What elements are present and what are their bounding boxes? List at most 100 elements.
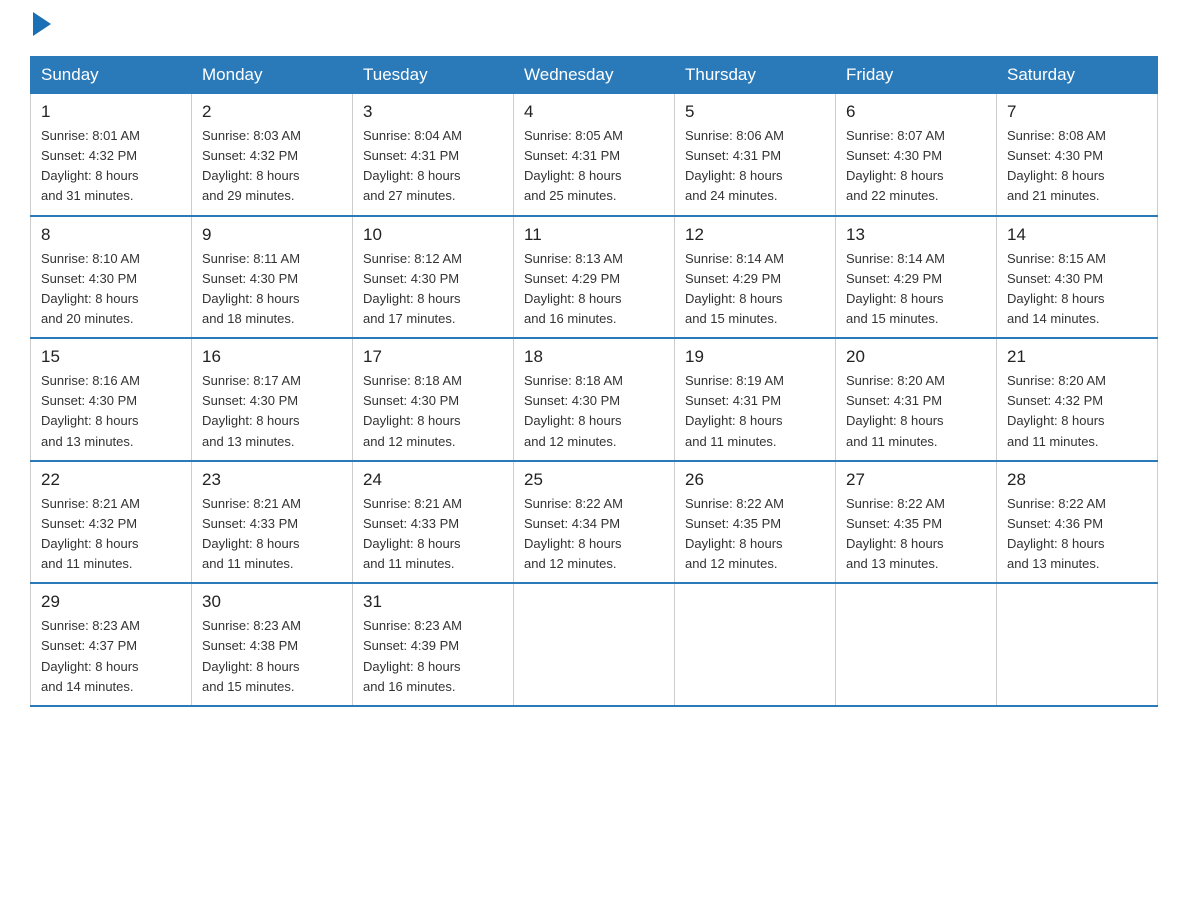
calendar-header: SundayMondayTuesdayWednesdayThursdayFrid… [31, 57, 1158, 94]
calendar-cell: 1 Sunrise: 8:01 AMSunset: 4:32 PMDaylight… [31, 94, 192, 216]
day-info: Sunrise: 8:21 AMSunset: 4:33 PMDaylight:… [202, 494, 342, 575]
day-info: Sunrise: 8:07 AMSunset: 4:30 PMDaylight:… [846, 126, 986, 207]
day-info: Sunrise: 8:05 AMSunset: 4:31 PMDaylight:… [524, 126, 664, 207]
header-day-friday: Friday [836, 57, 997, 94]
day-info: Sunrise: 8:10 AMSunset: 4:30 PMDaylight:… [41, 249, 181, 330]
day-info: Sunrise: 8:23 AMSunset: 4:37 PMDaylight:… [41, 616, 181, 697]
day-info: Sunrise: 8:21 AMSunset: 4:32 PMDaylight:… [41, 494, 181, 575]
page-header [30, 20, 1158, 36]
day-number: 13 [846, 225, 986, 245]
calendar-cell: 4Sunrise: 8:05 AMSunset: 4:31 PMDaylight… [514, 94, 675, 216]
day-info: Sunrise: 8:23 AMSunset: 4:38 PMDaylight:… [202, 616, 342, 697]
day-number: 30 [202, 592, 342, 612]
calendar-cell [997, 583, 1158, 706]
calendar-cell: 20 Sunrise: 8:20 AMSunset: 4:31 PMDayligh… [836, 338, 997, 461]
header-day-saturday: Saturday [997, 57, 1158, 94]
day-info: Sunrise: 8:22 AMSunset: 4:35 PMDaylight:… [685, 494, 825, 575]
calendar-cell: 27 Sunrise: 8:22 AMSunset: 4:35 PMDayligh… [836, 461, 997, 584]
calendar-cell [836, 583, 997, 706]
calendar-cell: 24 Sunrise: 8:21 AMSunset: 4:33 PMDayligh… [353, 461, 514, 584]
header-day-monday: Monday [192, 57, 353, 94]
day-info: Sunrise: 8:18 AMSunset: 4:30 PMDaylight:… [524, 371, 664, 452]
calendar-cell: 21 Sunrise: 8:20 AMSunset: 4:32 PMDayligh… [997, 338, 1158, 461]
day-info: Sunrise: 8:15 AMSunset: 4:30 PMDaylight:… [1007, 249, 1147, 330]
day-info: Sunrise: 8:22 AMSunset: 4:34 PMDaylight:… [524, 494, 664, 575]
day-number: 31 [363, 592, 503, 612]
day-number: 19 [685, 347, 825, 367]
calendar-cell: 2 Sunrise: 8:03 AMSunset: 4:32 PMDaylight… [192, 94, 353, 216]
day-number: 14 [1007, 225, 1147, 245]
day-info: Sunrise: 8:23 AMSunset: 4:39 PMDaylight:… [363, 616, 503, 697]
day-number: 29 [41, 592, 181, 612]
day-info: Sunrise: 8:13 AMSunset: 4:29 PMDaylight:… [524, 249, 664, 330]
calendar-cell [675, 583, 836, 706]
calendar-cell: 18 Sunrise: 8:18 AMSunset: 4:30 PMDayligh… [514, 338, 675, 461]
calendar-cell: 6 Sunrise: 8:07 AMSunset: 4:30 PMDaylight… [836, 94, 997, 216]
header-row: SundayMondayTuesdayWednesdayThursdayFrid… [31, 57, 1158, 94]
day-number: 15 [41, 347, 181, 367]
day-number: 9 [202, 225, 342, 245]
calendar-cell [514, 583, 675, 706]
calendar-cell: 31 Sunrise: 8:23 AMSunset: 4:39 PMDayligh… [353, 583, 514, 706]
day-info: Sunrise: 8:20 AMSunset: 4:31 PMDaylight:… [846, 371, 986, 452]
day-info: Sunrise: 8:12 AMSunset: 4:30 PMDaylight:… [363, 249, 503, 330]
day-info: Sunrise: 8:03 AMSunset: 4:32 PMDaylight:… [202, 126, 342, 207]
day-info: Sunrise: 8:14 AMSunset: 4:29 PMDaylight:… [846, 249, 986, 330]
calendar-cell: 12 Sunrise: 8:14 AMSunset: 4:29 PMDayligh… [675, 216, 836, 339]
day-number: 22 [41, 470, 181, 490]
day-number: 26 [685, 470, 825, 490]
logo-triangle-icon [33, 12, 51, 36]
calendar-body: 1 Sunrise: 8:01 AMSunset: 4:32 PMDaylight… [31, 94, 1158, 706]
day-number: 25 [524, 470, 664, 490]
day-number: 10 [363, 225, 503, 245]
calendar-cell: 15 Sunrise: 8:16 AMSunset: 4:30 PMDayligh… [31, 338, 192, 461]
day-info: Sunrise: 8:22 AMSunset: 4:35 PMDaylight:… [846, 494, 986, 575]
day-number: 27 [846, 470, 986, 490]
day-info: Sunrise: 8:04 AMSunset: 4:31 PMDaylight:… [363, 126, 503, 207]
day-number: 11 [524, 225, 664, 245]
calendar-cell: 23Sunrise: 8:21 AMSunset: 4:33 PMDayligh… [192, 461, 353, 584]
day-info: Sunrise: 8:20 AMSunset: 4:32 PMDaylight:… [1007, 371, 1147, 452]
calendar-cell: 9Sunrise: 8:11 AMSunset: 4:30 PMDaylight… [192, 216, 353, 339]
calendar-cell: 16Sunrise: 8:17 AMSunset: 4:30 PMDayligh… [192, 338, 353, 461]
day-info: Sunrise: 8:22 AMSunset: 4:36 PMDaylight:… [1007, 494, 1147, 575]
day-info: Sunrise: 8:06 AMSunset: 4:31 PMDaylight:… [685, 126, 825, 207]
day-info: Sunrise: 8:19 AMSunset: 4:31 PMDaylight:… [685, 371, 825, 452]
day-number: 1 [41, 102, 181, 122]
calendar-cell: 11 Sunrise: 8:13 AMSunset: 4:29 PMDayligh… [514, 216, 675, 339]
day-number: 21 [1007, 347, 1147, 367]
calendar-cell: 10 Sunrise: 8:12 AMSunset: 4:30 PMDayligh… [353, 216, 514, 339]
day-info: Sunrise: 8:16 AMSunset: 4:30 PMDaylight:… [41, 371, 181, 452]
day-number: 2 [202, 102, 342, 122]
day-number: 8 [41, 225, 181, 245]
day-number: 12 [685, 225, 825, 245]
day-number: 7 [1007, 102, 1147, 122]
calendar-cell: 22 Sunrise: 8:21 AMSunset: 4:32 PMDayligh… [31, 461, 192, 584]
day-number: 17 [363, 347, 503, 367]
day-info: Sunrise: 8:18 AMSunset: 4:30 PMDaylight:… [363, 371, 503, 452]
calendar-cell: 14 Sunrise: 8:15 AMSunset: 4:30 PMDayligh… [997, 216, 1158, 339]
week-row-5: 29 Sunrise: 8:23 AMSunset: 4:37 PMDayligh… [31, 583, 1158, 706]
day-number: 6 [846, 102, 986, 122]
header-day-thursday: Thursday [675, 57, 836, 94]
calendar-cell: 3Sunrise: 8:04 AMSunset: 4:31 PMDaylight… [353, 94, 514, 216]
week-row-3: 15 Sunrise: 8:16 AMSunset: 4:30 PMDayligh… [31, 338, 1158, 461]
calendar-cell: 8 Sunrise: 8:10 AMSunset: 4:30 PMDaylight… [31, 216, 192, 339]
calendar-table: SundayMondayTuesdayWednesdayThursdayFrid… [30, 56, 1158, 707]
calendar-cell: 13 Sunrise: 8:14 AMSunset: 4:29 PMDayligh… [836, 216, 997, 339]
day-number: 5 [685, 102, 825, 122]
day-number: 24 [363, 470, 503, 490]
day-info: Sunrise: 8:21 AMSunset: 4:33 PMDaylight:… [363, 494, 503, 575]
day-info: Sunrise: 8:14 AMSunset: 4:29 PMDaylight:… [685, 249, 825, 330]
calendar-cell: 17 Sunrise: 8:18 AMSunset: 4:30 PMDayligh… [353, 338, 514, 461]
logo [30, 20, 51, 36]
day-info: Sunrise: 8:01 AMSunset: 4:32 PMDaylight:… [41, 126, 181, 207]
day-number: 20 [846, 347, 986, 367]
calendar-cell: 29 Sunrise: 8:23 AMSunset: 4:37 PMDayligh… [31, 583, 192, 706]
day-number: 28 [1007, 470, 1147, 490]
calendar-cell: 30 Sunrise: 8:23 AMSunset: 4:38 PMDayligh… [192, 583, 353, 706]
week-row-1: 1 Sunrise: 8:01 AMSunset: 4:32 PMDaylight… [31, 94, 1158, 216]
day-info: Sunrise: 8:17 AMSunset: 4:30 PMDaylight:… [202, 371, 342, 452]
day-number: 18 [524, 347, 664, 367]
day-info: Sunrise: 8:08 AMSunset: 4:30 PMDaylight:… [1007, 126, 1147, 207]
